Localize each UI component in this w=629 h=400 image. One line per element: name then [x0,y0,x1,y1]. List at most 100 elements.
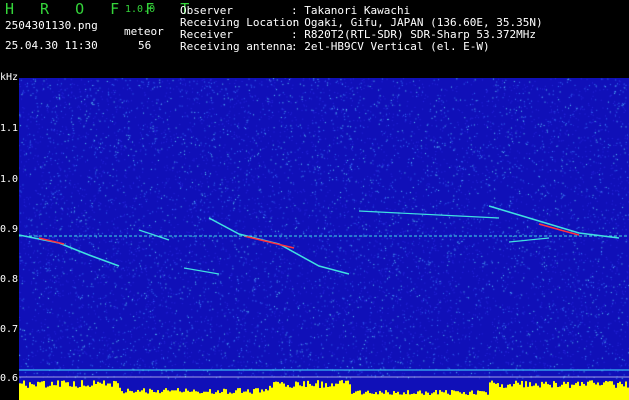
level-bar [357,390,359,400]
level-bar [299,385,301,400]
level-bar [225,389,227,400]
freq-unit-label: kHz [0,72,19,83]
meteor-echo-strong [243,235,295,249]
level-bar [433,392,435,400]
level-bar [221,391,223,400]
level-bar [405,394,407,400]
level-bar [589,380,591,400]
level-bar [205,391,207,400]
level-bar [363,393,365,400]
level-bar [369,393,371,400]
spectrogram-plot [19,78,629,400]
meteor-echo [358,210,500,219]
level-bar [449,394,451,400]
level-bar [45,387,47,400]
meteor-echo [183,267,220,275]
level-bar [609,381,611,400]
level-bar [303,381,305,400]
level-bar [111,386,113,400]
level-bar [525,381,527,400]
level-bar [121,391,123,400]
meteor-echo-strong [38,237,65,245]
level-bar [119,387,121,400]
level-bar [337,383,339,400]
level-bar [381,392,383,400]
level-bar [197,391,199,400]
level-bar [101,383,103,400]
signal-level-bars [19,380,629,400]
level-bar [523,387,525,400]
spectrogram-overlay [19,205,629,400]
level-bar [575,383,577,400]
date-time: 25.04.30 11:30 [5,39,98,52]
level-bar [167,390,169,400]
level-bar [541,381,543,400]
level-bar [61,380,63,400]
level-bar [367,390,369,400]
level-bar [477,390,479,400]
level-bar [47,386,49,400]
meteor-echo-strong [538,223,580,236]
level-bar [371,393,373,400]
level-bar [319,387,321,400]
level-bar [187,390,189,400]
level-bar [573,384,575,400]
level-bar [439,390,441,400]
level-bar [227,393,229,400]
level-bar [553,381,555,400]
level-bar [441,391,443,400]
level-bar [75,386,77,400]
level-bar [425,391,427,400]
level-bar [455,391,457,400]
level-bar [375,392,377,400]
level-bar [521,380,523,400]
level-bar [377,394,379,400]
app-version: 1.0.0 [125,4,156,15]
level-bar [223,388,225,400]
level-bar [591,380,593,400]
level-bar [281,382,283,400]
level-bar [53,385,55,400]
level-bar [475,394,477,400]
level-bar [231,393,233,400]
level-bar [543,383,545,400]
level-bar [397,391,399,400]
level-bar [387,392,389,400]
freq-tick-label: 0.6 [0,373,19,384]
level-bar [165,388,167,400]
level-bar [87,385,89,400]
level-bar [199,393,201,400]
level-bar [201,393,203,400]
level-bar [417,391,419,400]
level-bar [297,382,299,400]
level-bar [513,383,515,400]
level-bar [37,381,39,400]
level-bar [413,393,415,400]
app-logo: H R O F F T [5,0,198,18]
level-bar [115,381,117,400]
level-bar [601,384,603,400]
level-bar [109,383,111,400]
level-bar [355,391,357,400]
level-bar [469,391,471,400]
level-bar [295,381,297,400]
freq-tick-label: 0.8 [0,274,19,285]
level-bar [447,393,449,400]
level-bar [123,393,125,400]
meteor-echo [208,217,350,275]
level-bar [451,390,453,400]
level-bar [579,385,581,400]
level-bar [613,384,615,400]
level-bar [27,387,29,400]
level-bar [125,392,127,400]
freq-tick-label: 1.1 [0,123,19,134]
level-bar [41,381,43,400]
info-value-antenna: : 2el-HB9CV Vertical (el. E-W) [291,40,490,53]
level-bar [437,394,439,400]
level-bar [105,385,107,400]
level-bar [599,385,601,400]
level-bar [597,382,599,400]
level-bar [19,383,21,400]
level-bar [233,392,235,400]
level-bar [289,387,291,400]
